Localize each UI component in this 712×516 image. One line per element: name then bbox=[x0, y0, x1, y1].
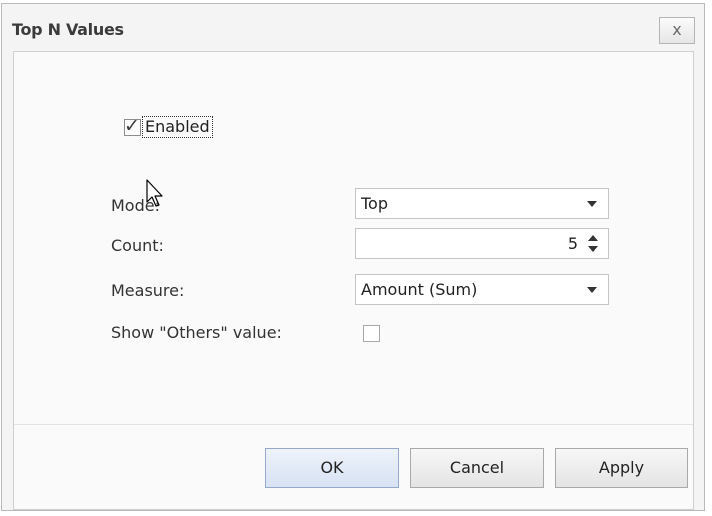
enabled-label[interactable]: Enabled bbox=[142, 116, 213, 138]
close-button[interactable]: x bbox=[659, 17, 695, 44]
close-icon: x bbox=[672, 20, 682, 39]
dialog-content: ✓ Enabled Mode: Top Count: 5 Measure: Am… bbox=[13, 51, 694, 510]
checkmark-icon: ✓ bbox=[124, 115, 140, 137]
spin-up-icon[interactable] bbox=[588, 235, 598, 241]
ok-button[interactable]: OK bbox=[265, 448, 399, 488]
mode-label: Mode: bbox=[111, 196, 160, 215]
count-value: 5 bbox=[567, 234, 578, 253]
chevron-down-icon[interactable] bbox=[587, 287, 597, 293]
measure-select[interactable]: Amount (Sum) bbox=[355, 274, 609, 305]
measure-label: Measure: bbox=[111, 281, 185, 300]
count-spinner[interactable]: 5 bbox=[355, 228, 609, 259]
mode-value: Top bbox=[361, 194, 388, 213]
cancel-button[interactable]: Cancel bbox=[410, 448, 544, 488]
dialog-title: Top N Values bbox=[12, 20, 124, 39]
spin-down-icon[interactable] bbox=[588, 246, 598, 252]
show-others-checkbox[interactable] bbox=[363, 325, 380, 342]
apply-button[interactable]: Apply bbox=[555, 448, 688, 488]
show-others-label: Show "Others" value: bbox=[111, 323, 282, 342]
measure-value: Amount (Sum) bbox=[361, 280, 478, 299]
chevron-down-icon[interactable] bbox=[587, 201, 597, 207]
count-label: Count: bbox=[111, 236, 164, 255]
mode-select[interactable]: Top bbox=[355, 188, 609, 219]
divider bbox=[14, 424, 693, 425]
enabled-checkbox[interactable]: ✓ bbox=[124, 115, 141, 137]
dialog-titlebar: Top N Values x bbox=[2, 4, 704, 54]
top-n-values-dialog: Top N Values x ✓ Enabled Mode: Top Count… bbox=[1, 3, 705, 511]
